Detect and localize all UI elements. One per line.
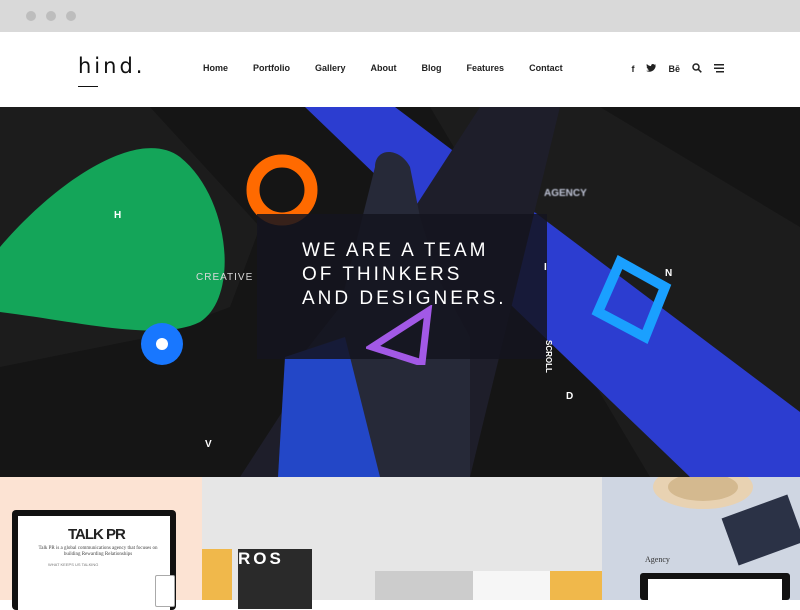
site-header: hind. Home Portfolio Gallery About Blog … <box>0 32 800 107</box>
twitter-icon[interactable] <box>646 63 658 75</box>
talkpr-logo: TALK PR <box>68 526 126 543</box>
window-dot-maximize[interactable] <box>66 11 76 21</box>
portfolio-tile-agency[interactable]: Agency <box>602 477 800 600</box>
logo-underline <box>78 86 98 87</box>
purple-triangle <box>366 305 433 365</box>
menu-icon[interactable] <box>714 63 724 75</box>
window-dot-minimize[interactable] <box>46 11 56 21</box>
site-logo[interactable]: hind. <box>78 54 145 78</box>
phone-mockup <box>155 575 175 607</box>
business-card-dark: ROS <box>238 549 312 609</box>
laptop-screen: TALK PR Talk PR is a global communicatio… <box>18 516 170 610</box>
tagline-line-2: OF THINKERS <box>302 264 463 285</box>
tagline-line-1: WE ARE A TEAM <box>302 240 489 261</box>
search-icon[interactable] <box>692 63 702 75</box>
nav-home[interactable]: Home <box>203 63 228 73</box>
talkpr-subheading: WHAT KEEPS US TALKING <box>48 562 99 567</box>
hero-letter-n: N <box>665 268 673 279</box>
hero-letter-d: D <box>566 391 574 402</box>
yellow-book-page <box>550 571 602 600</box>
nav-features[interactable]: Features <box>467 63 505 73</box>
hero-letter-h: H <box>114 210 122 221</box>
hero-letter-v: V <box>205 439 212 450</box>
nav-gallery[interactable]: Gallery <box>315 63 346 73</box>
book-photo <box>375 571 473 600</box>
main-nav: Home Portfolio Gallery About Blog Featur… <box>203 63 588 73</box>
scroll-indicator[interactable]: SCROLL <box>544 340 553 373</box>
facebook-icon[interactable]: f <box>631 64 634 74</box>
social-links: f Bē <box>631 63 724 75</box>
laptop-mockup: TALK PR Talk PR is a global communicatio… <box>12 510 176 610</box>
hero-letter-i: I <box>544 262 547 273</box>
talkpr-description: Talk PR is a global communications agenc… <box>38 546 158 557</box>
portfolio-tile-print[interactable]: ROS <box>202 477 602 609</box>
window-dot-close[interactable] <box>26 11 36 21</box>
tagline-line-3: AND DESIGNERS. <box>302 288 507 309</box>
nav-blog[interactable]: Blog <box>422 63 442 73</box>
nav-about[interactable]: About <box>371 63 397 73</box>
yellow-card <box>202 549 232 600</box>
hero-agency-word: AGENCY <box>544 188 587 199</box>
portfolio-tile-talkpr[interactable]: TALK PR Talk PR is a global communicatio… <box>0 477 202 610</box>
hero-tagline: WE ARE A TEAM OF THINKERS AND DESIGNERS. <box>302 239 507 311</box>
agency-caption: Agency <box>645 555 670 564</box>
behance-icon[interactable]: Bē <box>668 64 680 74</box>
portfolio-gallery: TALK PR Talk PR is a global communicatio… <box>0 477 800 610</box>
browser-chrome <box>0 0 800 32</box>
card-letters: ROS <box>238 549 284 568</box>
hero-creative-word: CREATIVE <box>196 272 254 283</box>
nav-portfolio[interactable]: Portfolio <box>253 63 290 73</box>
nav-contact[interactable]: Contact <box>529 63 563 73</box>
monitor-screen <box>648 579 782 600</box>
